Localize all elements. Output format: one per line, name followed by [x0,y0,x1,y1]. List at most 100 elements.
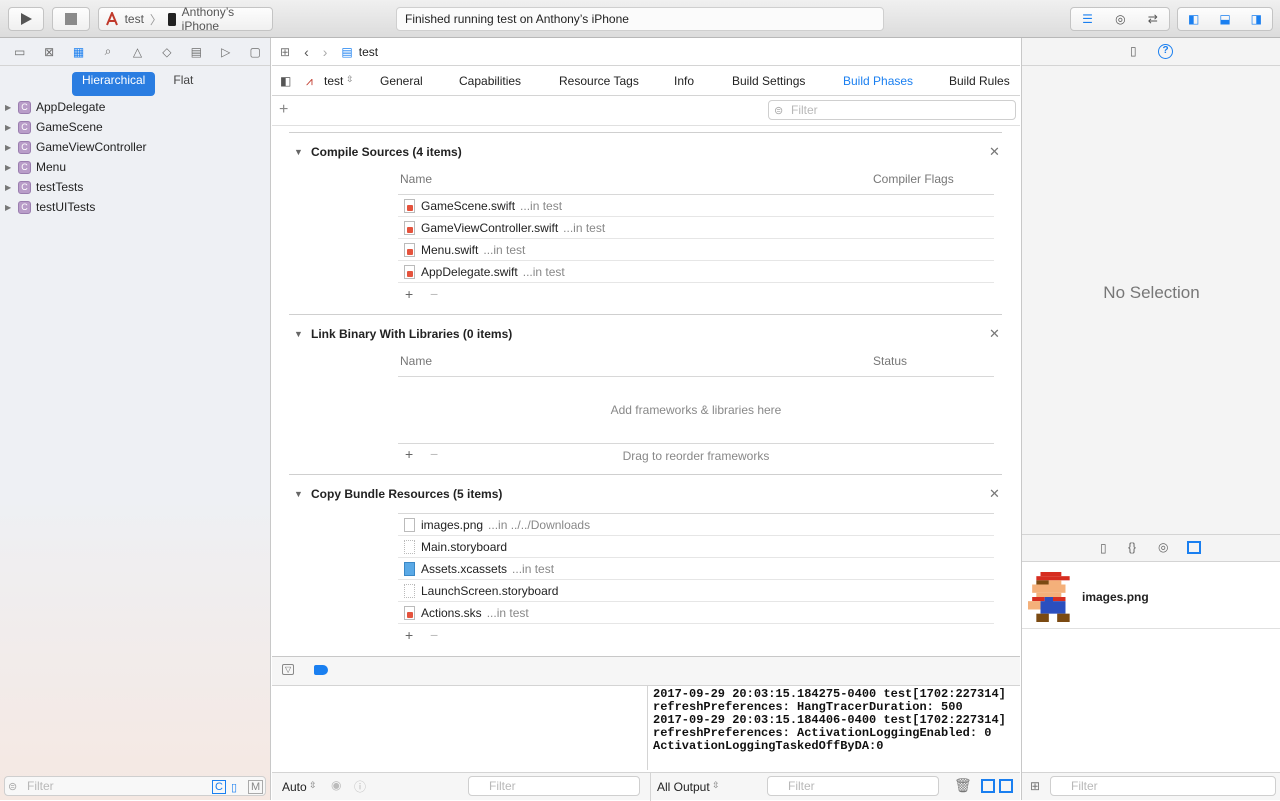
console-filter-input[interactable]: Filter [767,776,939,796]
tab-info[interactable]: Info [674,74,694,88]
media-library-icon[interactable] [1187,541,1201,554]
back-icon[interactable]: ‹ [304,44,309,60]
target-selector[interactable]: test [324,74,343,88]
console-output[interactable]: 2017-09-29 20:03:15.184275-0400 test[170… [647,686,1020,770]
scheme-name: test [124,12,144,26]
column-header-name[interactable]: Name [400,172,432,186]
quick-help-icon[interactable]: ? [1158,44,1173,59]
tab-build-rules[interactable]: Build Rules [949,74,1010,88]
sks-file-icon [404,605,415,620]
tree-item[interactable]: ▶ C AppDelegate [0,97,270,117]
column-header-name[interactable]: Name [400,354,432,368]
disclosure-triangle-icon[interactable]: ▶ [0,143,14,152]
debug-navigator-icon[interactable]: ▤ [182,45,211,59]
add-resource-button[interactable]: + [405,627,413,643]
related-items-icon[interactable]: ⊞ [280,45,290,59]
table-row[interactable]: Main.storyboard [398,536,994,558]
code-snippet-icon[interactable]: {} [1128,540,1136,554]
drag-hint: Drag to reorder frameworks [622,449,770,463]
divider [289,314,1002,315]
collapse-triangle-icon[interactable]: ▼ [294,329,303,339]
warning-icon[interactable]: △ [123,45,152,59]
table-row[interactable]: images.png ...in ../../Downloads [398,514,994,536]
report-icon[interactable]: ▢ [241,45,270,59]
table-row[interactable]: GameScene.swift ...in test [398,195,994,217]
source-control-icon[interactable]: ⊠ [34,45,63,59]
disclosure-triangle-icon[interactable]: ▶ [0,203,14,212]
tree-item[interactable]: ▶ C GameViewController [0,137,270,157]
tab-general[interactable]: General [380,74,423,88]
segment-flat[interactable]: Flat [163,72,203,96]
table-row[interactable]: Menu.swift ...in test [398,239,994,261]
disclosure-triangle-icon[interactable]: ▶ [0,183,14,192]
sidebar-toggle-icon[interactable]: ◧ [280,74,291,88]
grid-view-icon[interactable]: ⊞ [1030,779,1040,793]
breakpoint-toggle-icon[interactable] [314,665,328,675]
divider [289,474,1002,475]
file-filter-icon[interactable]: ▯ [231,781,237,794]
object-library-icon[interactable]: ◎ [1158,540,1168,554]
disclosure-triangle-icon[interactable]: ▶ [0,163,14,172]
class-filter-icon[interactable]: C [212,780,226,794]
build-phases-filter-input[interactable]: Filter [768,100,1016,120]
view-toggle-group: ◧ ⬓ ◨ [1177,7,1273,31]
run-button[interactable] [8,7,44,31]
disclosure-triangle-icon[interactable]: ▶ [0,103,14,112]
auto-selector[interactable]: Auto [282,780,307,794]
table-row[interactable]: Actions.sks ...in test [398,602,994,624]
assistant-editor-icon[interactable]: ◎ [1115,12,1125,26]
output-selector[interactable]: All Output [657,780,710,794]
tree-item[interactable]: ▶ CtestTests [0,177,270,197]
forward-icon[interactable]: › [323,44,328,60]
stop-button[interactable] [52,7,90,31]
navigator-filter-input[interactable]: Filter [4,776,266,796]
disclosure-triangle-icon[interactable]: ▶ [0,123,14,132]
file-path: ...in test [522,264,565,279]
standard-editor-icon[interactable]: ☰ [1082,12,1093,26]
column-header-status[interactable]: Status [873,354,907,368]
table-row[interactable]: LaunchScreen.storyboard [398,580,994,602]
symbol-navigator-icon[interactable]: ▦ [64,45,93,59]
tree-item[interactable]: ▶ CtestUITests [0,197,270,217]
console-view-toggle-icon[interactable] [999,779,1013,793]
trash-icon[interactable]: 🗑 [954,777,972,794]
variables-view-toggle-icon[interactable] [981,779,995,793]
tab-build-phases[interactable]: Build Phases [843,74,913,88]
tab-resource-tags[interactable]: Resource Tags [559,74,639,88]
collapse-triangle-icon[interactable]: ▼ [294,489,303,499]
remove-file-button[interactable]: − [430,286,438,302]
tree-item[interactable]: ▶ C Menu [0,157,270,177]
folder-icon[interactable]: ▭ [5,45,34,59]
divider [398,376,994,377]
debug-toggle-icon[interactable]: ⬓ [1219,12,1230,26]
collapse-triangle-icon[interactable]: ▼ [294,147,303,157]
search-icon[interactable]: ⌕ [93,44,122,59]
breakpoint-icon[interactable]: ▷ [211,45,240,59]
hide-debug-icon[interactable]: ▽ [282,664,295,675]
tab-capabilities[interactable]: Capabilities [459,74,521,88]
add-phase-button[interactable]: + [279,101,288,119]
column-header-flags[interactable]: Compiler Flags [873,172,954,186]
file-template-icon[interactable]: ▯ [1100,541,1107,555]
info-icon[interactable]: ⓘ [354,778,366,795]
variables-filter-input[interactable]: Filter [468,776,640,796]
tab-build-settings[interactable]: Build Settings [732,74,805,88]
file-inspector-icon[interactable]: ▯ [1130,44,1137,58]
eye-icon[interactable]: ◉ [331,778,341,792]
test-icon[interactable]: ◇ [152,45,181,59]
remove-resource-button[interactable]: − [430,627,438,643]
add-file-button[interactable]: + [405,286,413,302]
tree-item[interactable]: ▶ C GameScene [0,117,270,137]
table-row[interactable]: GameViewController.swift ...in test [398,217,994,239]
table-row[interactable]: Assets.xcassets ...in test [398,558,994,580]
updown-chevron-icon: ⇳ [309,780,317,790]
table-row[interactable]: AppDelegate.swift ...in test [398,261,994,283]
segment-hierarchical[interactable]: Hierarchical [72,72,156,96]
inspector-toggle-icon[interactable]: ◨ [1251,12,1262,26]
library-filter-input[interactable]: Filter [1050,776,1276,796]
member-filter-icon[interactable]: M [248,780,264,794]
version-editor-icon[interactable]: ⇄ [1148,12,1158,26]
navigator-toggle-icon[interactable]: ◧ [1188,12,1199,26]
scheme-selector[interactable]: test 〉 Anthony’s iPhone [98,5,273,33]
breadcrumb[interactable]: test [359,45,378,59]
